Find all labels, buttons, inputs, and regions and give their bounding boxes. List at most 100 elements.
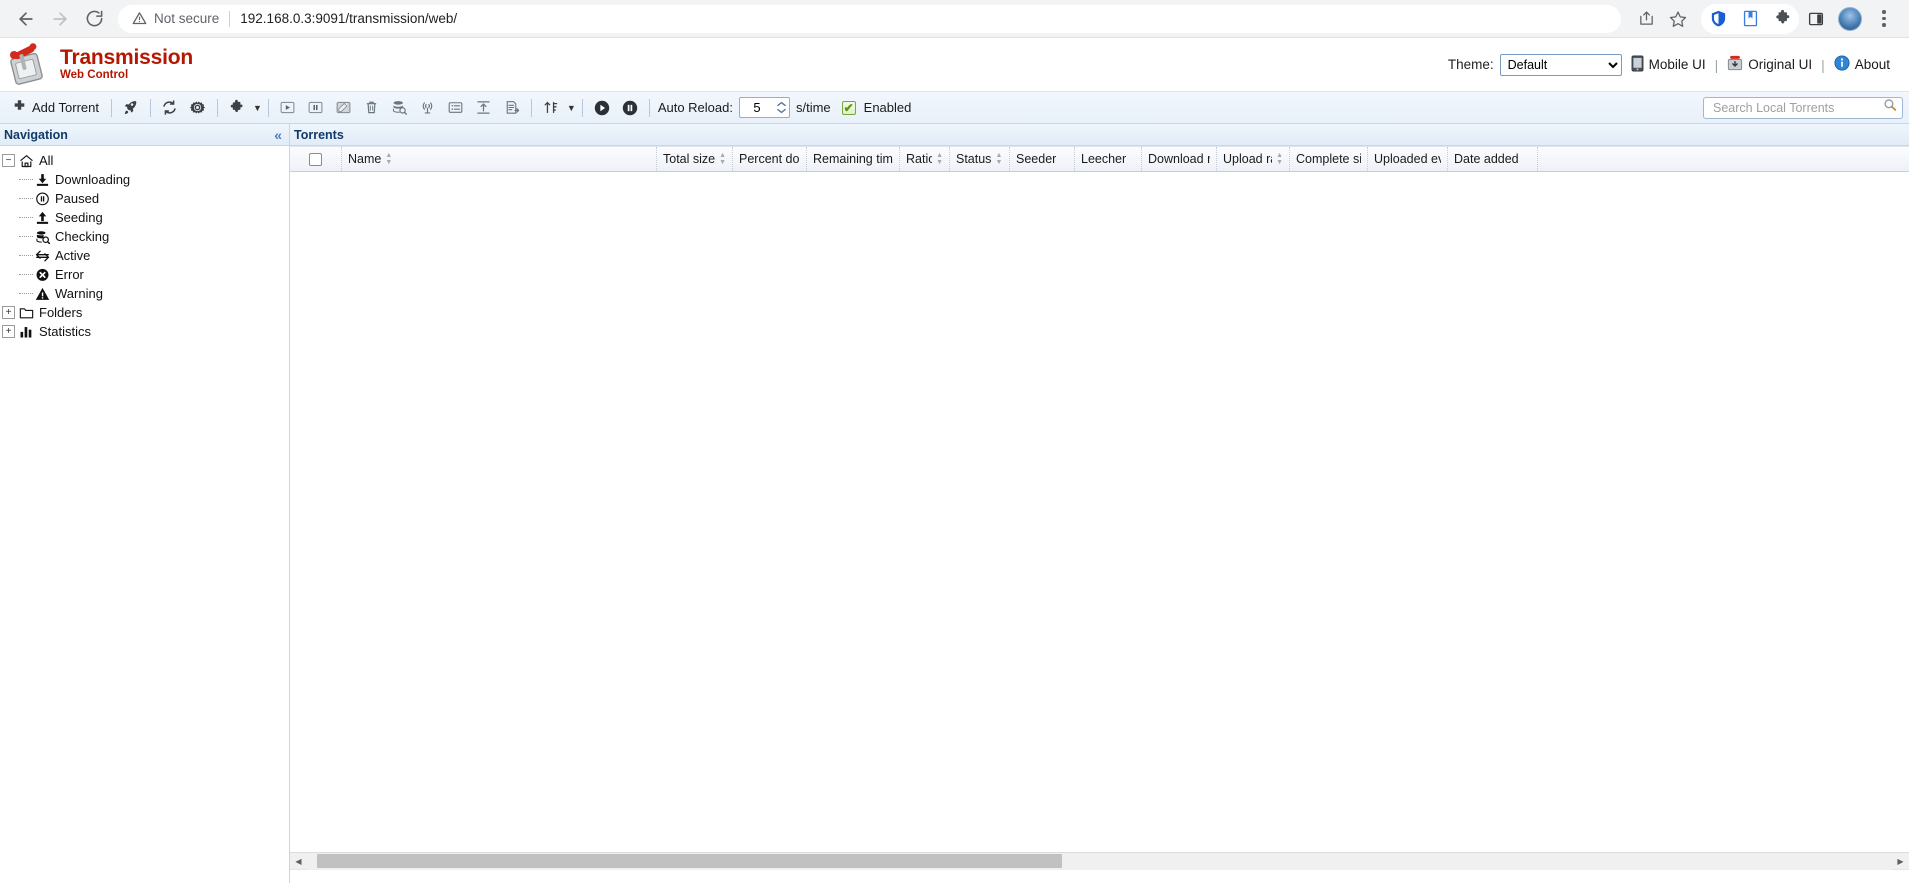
mobile-ui-link[interactable]: Mobile UI <box>1622 55 1715 75</box>
column-header-total-size[interactable]: Total size ▲ ▼ <box>657 147 733 171</box>
column-header-uploaded-ever[interactable]: Uploaded ever <box>1368 147 1448 171</box>
auto-reload-stepper[interactable] <box>738 97 790 118</box>
tree-label-error: Error <box>55 267 84 282</box>
browser-address-bar[interactable]: Not secure 192.168.0.3:9091/transmission… <box>118 4 1621 33</box>
expander-all[interactable]: − <box>2 154 15 167</box>
column-header-name[interactable]: Name ▲ ▼ <box>342 147 657 171</box>
sort-arrows-icon[interactable]: ▲ ▼ <box>1276 152 1283 166</box>
column-label: Remaining time <box>813 152 893 166</box>
expander-statistics[interactable]: + <box>2 325 15 338</box>
chevron-double-left-icon[interactable]: « <box>274 128 283 142</box>
pause-all-icon[interactable] <box>617 96 643 120</box>
sort-chevron-down-icon[interactable]: ▼ <box>567 103 576 113</box>
column-header-upload-rate[interactable]: Upload rate ▲▼ <box>1217 147 1290 171</box>
column-header-date-added[interactable]: Date added <box>1448 147 1538 171</box>
horizontal-scrollbar[interactable]: ◀ ▶ <box>290 852 1909 870</box>
puzzle-icon[interactable] <box>224 96 250 120</box>
original-ui-link[interactable]: Original UI <box>1718 55 1821 74</box>
refresh-icon[interactable] <box>157 96 183 120</box>
tree-node-warning[interactable]: Warning <box>17 284 289 303</box>
navigation-title: Navigation <box>4 127 68 142</box>
toolbar-separator <box>530 98 532 117</box>
bookmark-extension-icon[interactable] <box>1735 4 1765 34</box>
queue-move-top-icon[interactable] <box>471 96 497 120</box>
app-logo[interactable]: Transmission Web Control <box>4 42 193 88</box>
scrollbar-track[interactable] <box>307 852 1892 870</box>
auto-reload-spin-buttons[interactable] <box>774 98 789 117</box>
bookmark-star-icon[interactable] <box>1663 4 1693 34</box>
column-label: Leecher <box>1081 152 1127 166</box>
scroll-left-arrow[interactable]: ◀ <box>290 852 307 870</box>
tree-node-all[interactable]: − All <box>0 151 289 170</box>
announce-torrent-icon[interactable] <box>415 96 441 120</box>
verify-torrent-icon[interactable] <box>387 96 413 120</box>
browser-back-button[interactable] <box>10 3 42 35</box>
search-input[interactable] <box>1711 99 1883 116</box>
tree-node-statistics[interactable]: + Statistics <box>0 322 289 341</box>
torrent-attributes-icon[interactable] <box>443 96 469 120</box>
sort-arrows-icon[interactable]: ▲ ▼ <box>995 152 1002 166</box>
column-header-ratio[interactable]: Ratio ▲▼ <box>900 147 950 171</box>
sort-arrows-icon[interactable]: ▲ ▼ <box>936 152 943 166</box>
share-icon[interactable] <box>1631 4 1661 34</box>
column-header-percent-done[interactable]: Percent done <box>733 147 807 171</box>
column-header-leecher[interactable]: Leecher <box>1075 147 1142 171</box>
auto-reload-input[interactable] <box>739 98 774 117</box>
transmission-logo-icon <box>4 42 52 88</box>
sort-arrows-icon[interactable]: ▲ ▼ <box>385 152 392 166</box>
tree-node-active[interactable]: Active <box>17 246 289 265</box>
shield-extension-icon[interactable] <box>1703 4 1733 34</box>
add-torrent-button[interactable]: Add Torrent <box>6 95 105 121</box>
column-header-status[interactable]: Status ▲ ▼ <box>950 147 1010 171</box>
side-panel-icon[interactable] <box>1801 4 1831 34</box>
search-box[interactable] <box>1703 96 1903 119</box>
sort-icon[interactable] <box>538 96 564 120</box>
tree-label-folders: Folders <box>39 305 83 320</box>
column-header-seeder[interactable]: Seeder <box>1010 147 1075 171</box>
column-header-complete-size[interactable]: Complete size <box>1290 147 1368 171</box>
transmission-small-icon <box>1727 55 1743 74</box>
pause-torrent-icon[interactable] <box>303 96 329 120</box>
magnifier-icon[interactable] <box>1883 98 1897 117</box>
not-secure-warning-icon[interactable] <box>132 11 147 26</box>
tree-label-all: All <box>39 153 54 168</box>
start-torrent-icon[interactable] <box>275 96 301 120</box>
toolbar-separator <box>648 98 650 117</box>
profile-avatar[interactable] <box>1838 6 1862 31</box>
tree-node-seeding[interactable]: Seeding <box>17 208 289 227</box>
column-header-download-rate[interactable]: Download rate <box>1142 147 1217 171</box>
select-all-header-cell[interactable] <box>290 147 342 171</box>
tree-node-error[interactable]: Error <box>17 265 289 284</box>
expander-folders[interactable]: + <box>2 306 15 319</box>
rocket-icon[interactable] <box>118 96 144 120</box>
torrents-table-body[interactable] <box>290 172 1909 852</box>
rename-torrent-icon[interactable] <box>331 96 357 120</box>
change-download-dir-icon[interactable] <box>499 96 525 120</box>
start-all-icon[interactable] <box>589 96 615 120</box>
tree-connector <box>19 255 33 256</box>
select-all-checkbox[interactable] <box>309 152 322 166</box>
tree-label-active: Active <box>55 248 91 263</box>
auto-reload-enabled-checkbox[interactable]: ✔ <box>841 100 856 115</box>
toolbar-separator <box>267 98 269 117</box>
tree-node-checking[interactable]: Checking <box>17 227 289 246</box>
scroll-right-arrow[interactable]: ▶ <box>1892 852 1909 870</box>
browser-forward-button[interactable] <box>44 3 76 35</box>
gear-icon[interactable] <box>185 96 211 120</box>
delete-torrent-icon[interactable] <box>359 96 385 120</box>
three-dot-menu-icon[interactable] <box>1869 4 1899 34</box>
tree-node-paused[interactable]: Paused <box>17 189 289 208</box>
chevron-down-icon[interactable]: ▼ <box>253 103 262 113</box>
download-icon <box>34 172 51 188</box>
puzzle-extension-icon[interactable] <box>1767 4 1797 34</box>
add-torrent-label: Add Torrent <box>32 100 99 115</box>
column-header-remaining-time[interactable]: Remaining time <box>807 147 900 171</box>
theme-select[interactable]: Default <box>1499 53 1622 76</box>
browser-reload-button[interactable] <box>78 3 110 35</box>
scrollbar-thumb[interactable] <box>317 853 1062 868</box>
tree-node-folders[interactable]: + Folders <box>0 303 289 322</box>
sort-arrows-icon[interactable]: ▲ ▼ <box>719 152 726 166</box>
omnibox-divider <box>229 10 231 27</box>
tree-node-downloading[interactable]: Downloading <box>17 170 289 189</box>
about-link[interactable]: About <box>1825 55 1899 74</box>
